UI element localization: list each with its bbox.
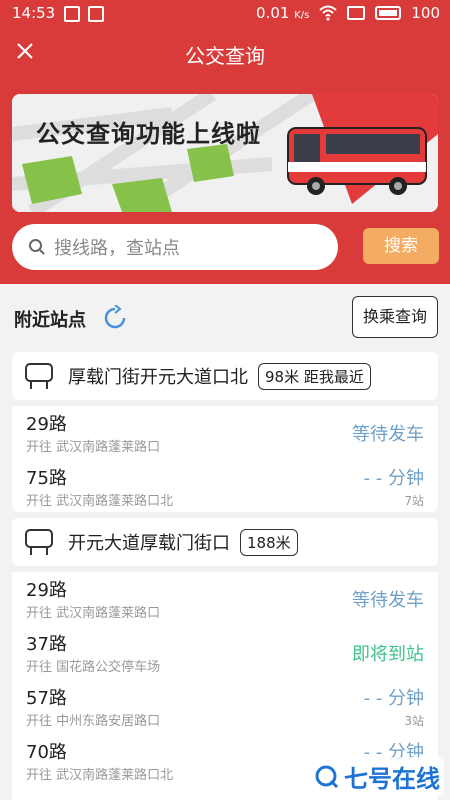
hero-area: 公交查询功能上线啦 搜线路，查站点 搜索 [0,78,450,284]
search-input[interactable]: 搜线路，查站点 [12,224,338,270]
screen-icon [347,6,366,20]
bus-stop-icon [25,363,53,389]
status-bar: 14:53 0.01 K/s 100 [0,0,450,28]
image-icon [88,6,104,22]
battery-icon [375,6,402,20]
route-stops-away: 7站 [404,494,424,508]
route-direction: 开往 中州东路安居路口 [26,714,161,729]
route-row[interactable]: 75路 开往 武汉南路蓬莱路口北 - - 分钟 7站 [12,460,438,512]
wifi-icon [319,5,338,21]
station-name: 厚载门街开元大道口北 [68,367,248,388]
station-header[interactable]: 开元大道厚载门街口 188米 [12,518,438,566]
route-direction: 开往 武汉南路蓬莱路口 [26,606,161,621]
watermark-logo-icon [315,765,339,788]
route-direction: 开往 武汉南路蓬莱路口北 [26,768,174,783]
route-name: 57路 [26,688,67,709]
route-name: 75路 [26,468,67,489]
distance-badge: 98米 距我最近 [258,362,371,390]
upload-icon [64,6,80,22]
route-direction: 开往 武汉南路蓬莱路口北 [26,494,174,509]
route-row[interactable]: 37路 开往 国花路公交停车场 即将到站 [12,626,438,680]
route-status: 即将到站 [352,644,424,665]
battery-level: 100 [411,4,440,22]
route-status: 等待发车 [352,590,424,611]
route-name: 29路 [26,580,67,601]
route-status: - - 分钟 [363,468,424,489]
route-name: 70路 [26,742,67,763]
station-header[interactable]: 厚载门街开元大道口北 98米 距我最近 [12,352,438,400]
banner-title: 公交查询功能上线啦 [36,120,261,148]
route-direction: 开往 国花路公交停车场 [26,660,161,675]
bus-icon [287,127,427,195]
status-right: 0.01 K/s 100 [256,4,440,22]
distance-badge: 188米 [240,528,298,556]
route-name: 29路 [26,414,67,435]
page-title: 公交查询 [185,44,265,68]
watermark: 七号在线 [310,757,444,796]
route-direction: 开往 武汉南路蓬莱路口 [26,440,161,455]
route-row[interactable]: 29路 开往 武汉南路蓬莱路口 等待发车 [12,406,438,460]
promo-banner[interactable]: 公交查询功能上线啦 [12,94,438,212]
nav-bar: 公交查询 [0,28,450,78]
route-stops-away: 3站 [404,714,424,728]
network-speed: 0.01 K/s [256,4,310,22]
status-time: 14:53 [12,4,56,22]
watermark-text: 七号在线 [344,765,440,793]
station-name: 开元大道厚载门街口 [68,533,230,554]
route-name: 37路 [26,634,67,655]
transfer-query-button[interactable]: 换乘查询 [352,296,438,338]
search-icon [29,239,45,255]
route-status: - - 分钟 [363,688,424,709]
bus-stop-icon [25,529,53,555]
route-status: 等待发车 [352,424,424,445]
route-row[interactable]: 57路 开往 中州东路安居路口 - - 分钟 3站 [12,680,438,734]
nearby-title: 附近站点 [14,310,86,331]
station-card[interactable]: 开元大道厚载门街口 188米 [12,518,438,566]
station-card[interactable]: 厚载门街开元大道口北 98米 距我最近 [12,352,438,400]
route-row[interactable]: 29路 开往 武汉南路蓬莱路口 等待发车 [12,572,438,626]
search-placeholder: 搜线路，查站点 [54,238,180,259]
search-button[interactable]: 搜索 [363,228,439,264]
refresh-icon[interactable] [102,305,128,331]
